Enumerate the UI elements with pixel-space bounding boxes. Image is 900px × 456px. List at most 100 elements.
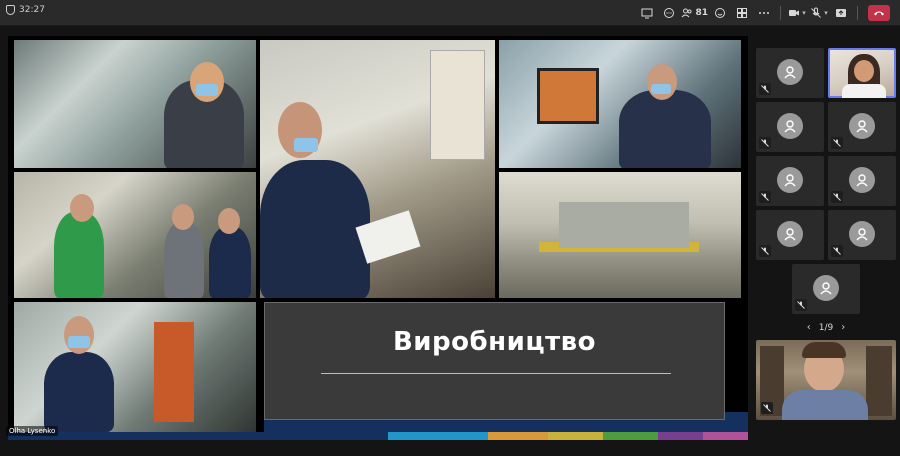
strip-segment bbox=[703, 432, 748, 440]
toolbar-separator bbox=[780, 6, 781, 20]
mic-off-icon bbox=[761, 247, 769, 255]
meeting-timer: 32:27 bbox=[6, 5, 45, 15]
strip-segment bbox=[548, 432, 603, 440]
muted-indicator bbox=[831, 191, 843, 203]
avatar bbox=[777, 167, 803, 193]
muted-indicator bbox=[761, 402, 773, 414]
machine-panel bbox=[430, 50, 485, 160]
reactions-button[interactable] bbox=[710, 3, 730, 23]
hang-up-icon bbox=[874, 11, 884, 16]
next-page-button[interactable]: › bbox=[841, 322, 845, 333]
muted-indicator bbox=[759, 137, 771, 149]
participant-tile[interactable] bbox=[756, 102, 824, 152]
timer-text: 32:27 bbox=[19, 5, 45, 15]
share-content-button[interactable] bbox=[637, 3, 657, 23]
grid-icon bbox=[737, 8, 747, 18]
camera-icon bbox=[789, 10, 800, 16]
previous-page-button[interactable]: ‹ bbox=[807, 322, 811, 333]
person-icon bbox=[856, 120, 868, 133]
toolbar-actions: 81 ▾ ▾ bbox=[637, 3, 890, 23]
color-strip bbox=[8, 432, 748, 440]
avatar bbox=[849, 113, 875, 139]
strip-segment bbox=[658, 432, 703, 440]
person-icon bbox=[856, 174, 868, 187]
strip-segment bbox=[128, 432, 388, 440]
bookshelf bbox=[866, 346, 892, 416]
mic-toggle[interactable]: ▾ bbox=[809, 3, 829, 23]
avatar bbox=[849, 221, 875, 247]
worker-figure bbox=[209, 227, 251, 298]
face-mask bbox=[196, 84, 218, 96]
participant-shirt bbox=[782, 390, 868, 420]
shared-screen: Виробництво bbox=[8, 36, 748, 440]
person-icon bbox=[784, 120, 796, 133]
avatar bbox=[777, 59, 803, 85]
face-mask bbox=[651, 84, 671, 94]
share-tray-button[interactable] bbox=[831, 3, 851, 23]
mic-off-icon bbox=[833, 139, 841, 147]
person-icon bbox=[820, 282, 832, 295]
strip-segment bbox=[488, 432, 548, 440]
page-indicator: 1/9 bbox=[818, 322, 834, 333]
participant-tile[interactable] bbox=[828, 102, 896, 152]
participants-button[interactable]: 81 bbox=[681, 3, 708, 23]
participant-tile[interactable] bbox=[792, 264, 860, 314]
machine-part bbox=[154, 322, 194, 422]
face-mask bbox=[294, 138, 318, 152]
avatar bbox=[813, 275, 839, 301]
avatar bbox=[777, 113, 803, 139]
participant-tile[interactable] bbox=[828, 210, 896, 260]
factory-photo bbox=[14, 302, 256, 432]
participant-shirt bbox=[842, 84, 886, 98]
chat-button[interactable] bbox=[659, 3, 679, 23]
muted-indicator bbox=[759, 191, 771, 203]
strip-segment bbox=[388, 432, 488, 440]
people-icon bbox=[682, 8, 692, 18]
chat-icon bbox=[664, 8, 675, 18]
participant-tile[interactable] bbox=[828, 156, 896, 206]
worker-head bbox=[172, 204, 194, 230]
gallery-pager: ‹ 1/9 › bbox=[756, 322, 896, 333]
view-button[interactable] bbox=[732, 3, 752, 23]
muted-indicator bbox=[759, 83, 771, 95]
speaker-name-tag: Olha Lysenko bbox=[6, 426, 59, 436]
machine-screen bbox=[537, 68, 599, 124]
mic-off-icon bbox=[797, 301, 805, 309]
factory-photo bbox=[14, 172, 256, 298]
muted-indicator bbox=[759, 245, 771, 257]
mic-off-icon bbox=[761, 139, 769, 147]
factory-photo bbox=[499, 172, 741, 298]
chevron-down-icon[interactable]: ▾ bbox=[802, 9, 806, 17]
self-video-tile[interactable] bbox=[756, 340, 896, 420]
mic-off-icon bbox=[761, 193, 769, 201]
participant-tile[interactable] bbox=[756, 156, 824, 206]
worker-figure bbox=[619, 90, 711, 168]
factory-photo bbox=[260, 40, 495, 298]
worker-figure bbox=[164, 222, 204, 298]
slide-title: Виробництво bbox=[392, 327, 596, 357]
person-icon bbox=[784, 228, 796, 241]
leave-call-button[interactable] bbox=[868, 5, 890, 21]
smile-icon bbox=[715, 8, 725, 18]
factory-photo bbox=[499, 40, 741, 168]
mic-off-icon bbox=[761, 85, 769, 93]
share-tray-icon bbox=[836, 9, 846, 17]
participant-tile[interactable] bbox=[756, 48, 824, 98]
share-screen-icon bbox=[641, 8, 653, 19]
mic-off-icon bbox=[833, 247, 841, 255]
more-options-button[interactable] bbox=[754, 3, 774, 23]
more-icon bbox=[759, 12, 769, 14]
worker-head bbox=[190, 62, 224, 102]
participant-tile[interactable] bbox=[756, 210, 824, 260]
title-underline bbox=[321, 373, 671, 374]
camera-toggle[interactable]: ▾ bbox=[787, 3, 807, 23]
shield-icon bbox=[6, 5, 15, 15]
muted-indicator bbox=[831, 137, 843, 149]
participant-count: 81 bbox=[695, 8, 708, 18]
participant-video-tile[interactable] bbox=[828, 48, 896, 98]
slide-title-card: Виробництво bbox=[264, 302, 725, 420]
meeting-toolbar: 32:27 81 ▾ ▾ bbox=[0, 0, 900, 26]
avatar bbox=[849, 167, 875, 193]
worker-head bbox=[70, 194, 94, 222]
chevron-down-icon[interactable]: ▾ bbox=[824, 9, 828, 17]
